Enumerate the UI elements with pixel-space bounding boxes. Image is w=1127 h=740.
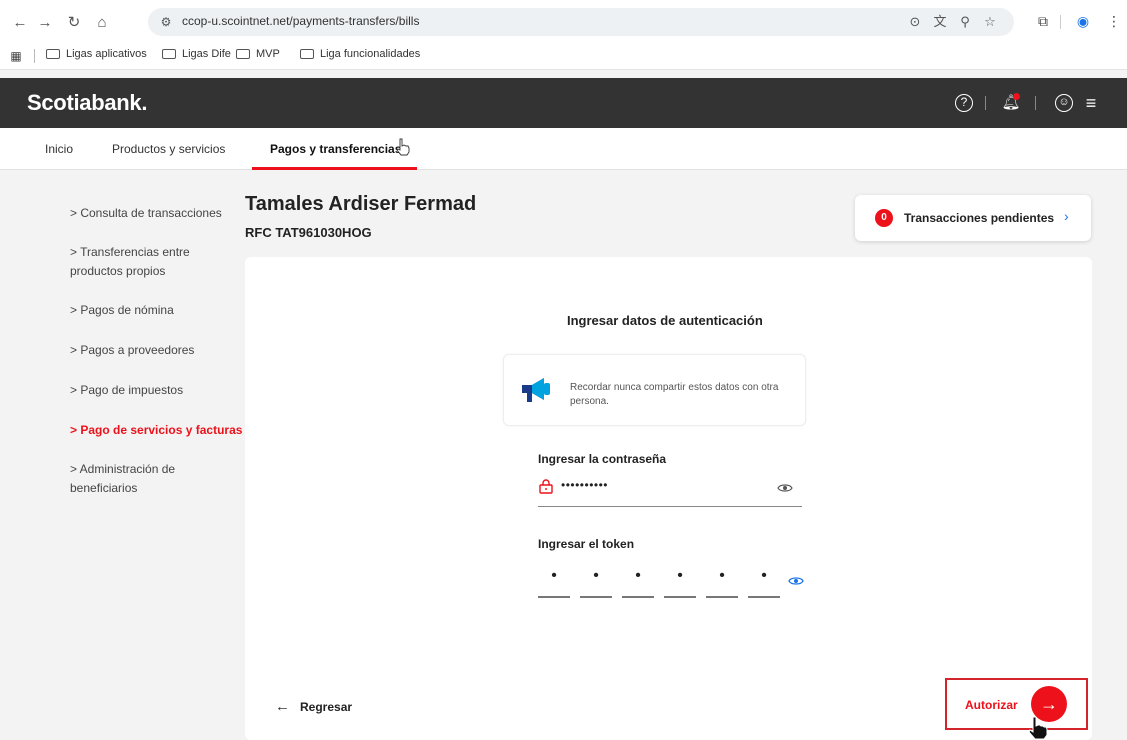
arrow-left-icon: ←	[275, 698, 290, 715]
token-digit-input[interactable]: •	[622, 562, 654, 598]
security-note: Recordar nunca compartir estos datos con…	[503, 354, 806, 426]
chevron-right-icon: ›	[1064, 208, 1069, 224]
folder-icon	[162, 49, 176, 59]
bookmark-mvp[interactable]: MVP	[236, 48, 280, 60]
translate-icon[interactable]: 文	[931, 13, 949, 31]
header-divider	[985, 96, 986, 110]
kebab-menu-icon[interactable]: ⋮	[1103, 10, 1125, 32]
bookmarks-divider	[34, 49, 35, 63]
sidebar-item-beneficiarios[interactable]: > Administración de beneficiarios	[70, 460, 205, 498]
toolbar-divider	[1060, 15, 1061, 29]
pending-label: Transacciones pendientes	[904, 211, 1055, 225]
hamburger-menu-icon[interactable]: ≡	[1080, 92, 1102, 114]
user-avatar-icon[interactable]: ☺	[1055, 94, 1073, 112]
lock-icon	[539, 479, 553, 494]
site-settings-icon[interactable]: ⚙	[158, 14, 174, 30]
folder-icon	[46, 49, 60, 59]
bell-icon[interactable]: 🔔︎	[1000, 92, 1022, 114]
reload-icon[interactable]: ↻	[62, 10, 86, 34]
authorize-button[interactable]: Autorizar →	[945, 678, 1088, 730]
client-name: Tamales Ardiser Fermad	[245, 193, 477, 215]
token-digit-input[interactable]: •	[538, 562, 570, 598]
profile-icon[interactable]: ◉	[1072, 10, 1094, 32]
token-label: Ingresar el token	[538, 537, 635, 551]
token-digit-input[interactable]: •	[664, 562, 696, 598]
auth-title: Ingresar datos de autenticación	[567, 313, 763, 328]
bookmark-ligas-dife[interactable]: Ligas Dife	[162, 48, 231, 60]
folder-icon	[300, 49, 314, 59]
sidebar-item-transferencias[interactable]: > Transferencias entre productos propios	[70, 243, 215, 281]
notification-dot	[1013, 93, 1020, 100]
home-icon[interactable]: ⌂	[90, 10, 114, 34]
hand-pointer-icon	[396, 138, 410, 156]
zoom-icon[interactable]: ⚲	[956, 13, 974, 31]
sidebar-item-consulta[interactable]: > Consulta de transacciones	[70, 204, 240, 223]
tab-pagos-transferencias[interactable]: Pagos y transferencias	[270, 142, 401, 156]
token-digit-input[interactable]: •	[748, 562, 780, 598]
sidebar-item-impuestos[interactable]: > Pago de impuestos	[70, 381, 240, 400]
bookmarks-bar: ▦ Ligas aplicativos Ligas Dife MVP Liga …	[0, 42, 1127, 70]
app-header: Scotiabank. ? 🔔︎ ☺ ≡	[0, 78, 1127, 128]
sidebar-item-proveedores[interactable]: > Pagos a proveedores	[70, 341, 240, 360]
tab-inicio[interactable]: Inicio	[45, 142, 73, 156]
location-pin-icon[interactable]: ⊙	[906, 13, 924, 31]
bookmark-star-icon[interactable]: ☆	[981, 13, 999, 31]
sidebar-item-nomina[interactable]: > Pagos de nómina	[70, 301, 240, 320]
back-label: Regresar	[300, 699, 353, 714]
hand-cursor-icon	[1028, 716, 1048, 740]
forward-arrow-icon[interactable]: →	[33, 10, 57, 34]
scotiabank-logo[interactable]: Scotiabank.	[27, 90, 147, 116]
megaphone-icon	[522, 378, 550, 402]
bookmark-liga-funcionalidades[interactable]: Liga funcionalidades	[300, 48, 420, 60]
client-rfc: RFC TAT961030HOG	[245, 225, 372, 240]
tab-productos-servicios[interactable]: Productos y servicios	[112, 142, 225, 156]
token-digit-input[interactable]: •	[706, 562, 738, 598]
main-nav-tabs: Inicio Productos y servicios Pagos y tra…	[0, 128, 1127, 170]
folder-icon	[236, 49, 250, 59]
help-icon[interactable]: ?	[955, 94, 973, 112]
pending-count-badge: 0	[875, 209, 893, 227]
authorize-label: Autorizar	[965, 698, 1018, 712]
eye-icon[interactable]	[777, 480, 793, 496]
browser-toolbar: ← → ↻ ⌂ ⚙ ccop-u.scointnet.net/payments-…	[0, 0, 1127, 42]
password-value: ••••••••••	[561, 478, 609, 492]
password-input[interactable]: ••••••••••	[538, 470, 802, 507]
pending-transactions-button[interactable]: 0 Transacciones pendientes ›	[855, 195, 1091, 241]
header-divider	[1035, 96, 1036, 110]
url-text: ccop-u.scointnet.net/payments-transfers/…	[182, 14, 420, 28]
extensions-icon[interactable]: ⧉	[1032, 10, 1054, 32]
back-button[interactable]: ← Regresar	[275, 698, 352, 715]
token-digit-input[interactable]: •	[580, 562, 612, 598]
apps-grid-icon[interactable]: ▦	[8, 48, 24, 64]
back-arrow-icon[interactable]: ←	[8, 10, 32, 34]
password-label: Ingresar la contraseña	[538, 452, 667, 466]
sidebar-item-servicios-facturas[interactable]: > Pago de servicios y facturas	[70, 421, 250, 440]
bookmark-ligas-aplicativos[interactable]: Ligas aplicativos	[46, 48, 147, 60]
auth-card: Ingresar datos de autenticación Recordar…	[245, 257, 1092, 740]
active-tab-indicator	[252, 167, 417, 170]
eye-icon[interactable]	[788, 573, 804, 589]
address-bar[interactable]: ⚙ ccop-u.scointnet.net/payments-transfer…	[148, 8, 1014, 36]
security-note-text: Recordar nunca compartir estos datos con…	[570, 382, 779, 407]
